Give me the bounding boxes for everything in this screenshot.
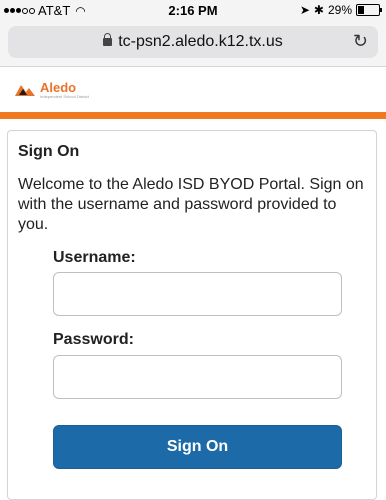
password-field[interactable] (53, 355, 342, 399)
password-label: Password: (53, 331, 134, 348)
status-icons: ➤ ✱ 29% (299, 3, 382, 17)
header-divider (0, 112, 386, 119)
bearcat-icon (15, 84, 35, 96)
wifi-icon: ◠ (75, 3, 86, 18)
bluetooth-icon: ✱ (313, 3, 324, 17)
status-bar: AT&T ◠ 2:16 PM ➤ ✱ 29% (0, 0, 386, 20)
site-header: Aledo Independent School District (0, 78, 386, 108)
aledo-logo[interactable]: Aledo Independent School District (14, 80, 89, 99)
sign-on-panel: Sign On Welcome to the Aledo ISD BYOD Po… (7, 130, 377, 500)
carrier-label: AT&T (38, 3, 71, 18)
logo-subtext: Independent School District (40, 94, 89, 99)
lock-icon (103, 33, 113, 46)
battery-icon (356, 4, 382, 16)
sign-on-button[interactable]: Sign On (53, 425, 342, 469)
username-label: Username: (53, 249, 136, 266)
url-text: tc-psn2.aledo.k12.tx.us (118, 33, 283, 50)
battery-percent: 29% (327, 3, 352, 17)
username-field[interactable] (53, 272, 342, 316)
signal-icon (4, 7, 35, 14)
carrier-info: AT&T ◠ (4, 3, 86, 18)
panel-title: Sign On (18, 143, 80, 160)
reload-icon[interactable]: ↻ (353, 31, 368, 52)
welcome-text: Welcome to the Aledo ISD BYOD Portal. Si… (18, 176, 364, 233)
location-icon: ➤ (299, 3, 310, 17)
browser-toolbar: tc-psn2.aledo.k12.tx.us ↻ (0, 20, 386, 67)
address-bar[interactable]: tc-psn2.aledo.k12.tx.us ↻ (8, 26, 378, 58)
logo-text: Aledo (40, 80, 77, 95)
